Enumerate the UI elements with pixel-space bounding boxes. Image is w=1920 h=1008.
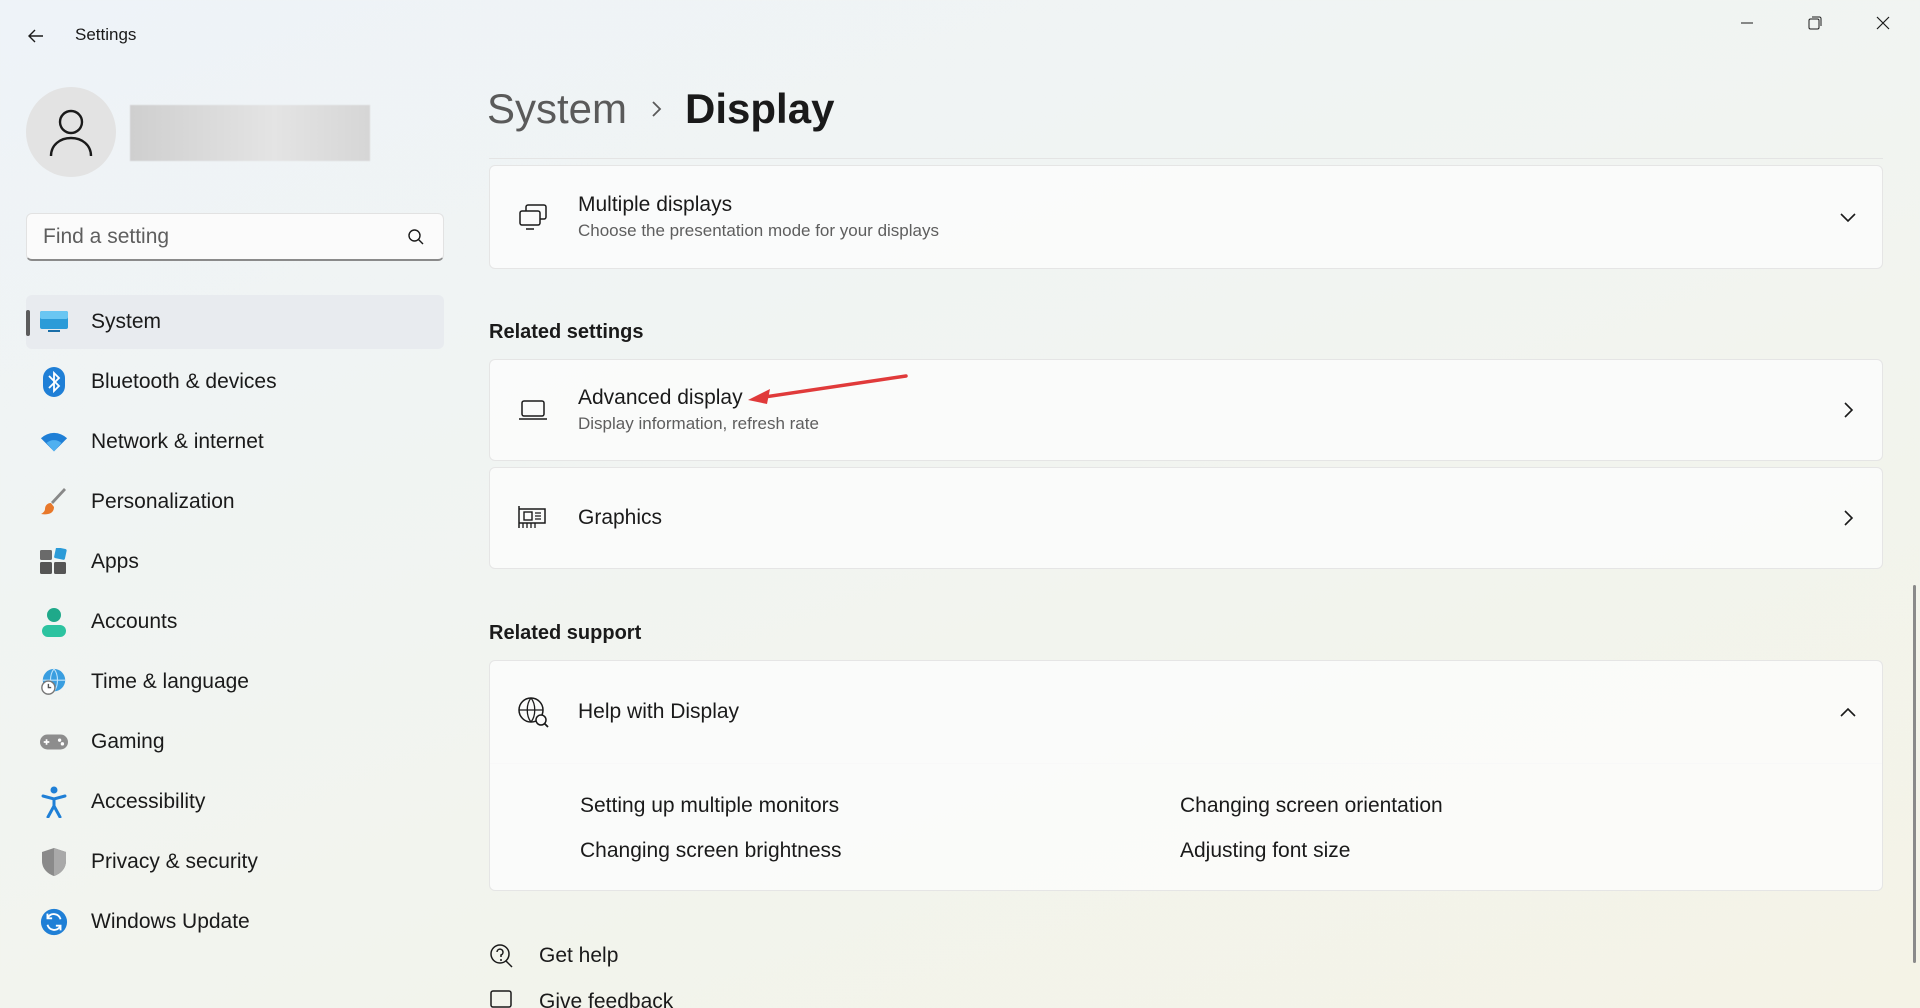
- back-button[interactable]: [20, 20, 52, 52]
- close-icon: [1876, 16, 1890, 30]
- section-title-related-settings: Related settings: [489, 321, 644, 343]
- divider: [489, 158, 1883, 159]
- wifi-icon: [40, 428, 68, 456]
- bluetooth-icon: [40, 367, 68, 397]
- globe-search-icon: [516, 695, 550, 729]
- sidebar-item-label: Accessibility: [91, 790, 206, 813]
- sidebar-item-label: System: [91, 310, 162, 333]
- restore-icon: [1808, 16, 1822, 30]
- chevron-right-icon: [649, 99, 663, 119]
- breadcrumb: System Display: [487, 85, 834, 133]
- search-input[interactable]: [43, 224, 405, 249]
- back-arrow-icon: [28, 29, 43, 43]
- chevron-right-icon: [1838, 400, 1858, 420]
- profile-name-redacted: [130, 105, 370, 161]
- scrollbar-thumb[interactable]: [1913, 585, 1916, 963]
- search-icon[interactable]: [405, 226, 427, 248]
- feedback-icon: [489, 989, 515, 1008]
- brush-icon: [40, 488, 68, 516]
- sidebar-item-accounts[interactable]: Accounts: [26, 595, 444, 649]
- annotation-arrow: [748, 374, 908, 404]
- restore-button[interactable]: [1781, 0, 1849, 46]
- shield-icon: [40, 848, 68, 876]
- card-text: Help with Display: [578, 700, 739, 724]
- update-icon: [40, 908, 68, 936]
- title-bar: Settings: [0, 0, 1920, 72]
- sidebar-item-apps[interactable]: Apps: [26, 535, 444, 589]
- laptop-icon: [516, 393, 550, 427]
- accounts-icon: [40, 608, 68, 637]
- sidebar-item-accessibility[interactable]: Accessibility: [26, 775, 444, 829]
- gamepad-icon: [40, 728, 68, 756]
- sidebar-item-label: Privacy & security: [91, 850, 258, 873]
- help-link[interactable]: Setting up multiple monitors: [580, 794, 839, 818]
- search-box[interactable]: [26, 213, 444, 261]
- give-feedback-label: Give feedback: [539, 990, 674, 1008]
- card-text: Graphics: [578, 506, 662, 530]
- page-title: Display: [685, 85, 835, 132]
- sidebar-item-label: Gaming: [91, 730, 165, 753]
- accessibility-icon: [40, 786, 68, 818]
- avatar[interactable]: [26, 87, 116, 177]
- sidebar-item-system[interactable]: System: [26, 295, 444, 349]
- multiple-displays-icon: [516, 200, 550, 234]
- card-title: Multiple displays: [578, 193, 733, 216]
- person-icon: [49, 109, 93, 157]
- help-link[interactable]: Changing screen orientation: [1180, 794, 1443, 818]
- sidebar-item-windows-update[interactable]: Windows Update: [26, 895, 444, 949]
- sidebar-item-label: Windows Update: [91, 910, 250, 933]
- sidebar-item-label: Personalization: [91, 490, 235, 513]
- help-link[interactable]: Adjusting font size: [1180, 839, 1350, 863]
- minimize-button[interactable]: [1713, 0, 1781, 46]
- card-subtitle: Display information, refresh rate: [578, 414, 819, 433]
- get-help-link[interactable]: Get help: [489, 943, 618, 969]
- card-title: Help with Display: [578, 700, 740, 723]
- get-help-label: Get help: [539, 944, 619, 967]
- sidebar-item-label: Accounts: [91, 610, 178, 633]
- help-chat-icon: [489, 943, 515, 969]
- sidebar-item-time-language[interactable]: Time & language: [26, 655, 444, 709]
- user-profile[interactable]: [26, 87, 370, 177]
- card-subtitle: Choose the presentation mode for your di…: [578, 221, 939, 240]
- globe-clock-icon: [40, 668, 68, 696]
- sidebar-item-network[interactable]: Network & internet: [26, 415, 444, 469]
- advanced-display-card[interactable]: Advanced display Display information, re…: [489, 359, 1883, 461]
- close-button[interactable]: [1849, 0, 1917, 46]
- app-title: Settings: [75, 25, 137, 44]
- system-icon: [40, 308, 68, 336]
- sidebar-item-label: Network & internet: [91, 430, 264, 453]
- sidebar-item-personalization[interactable]: Personalization: [26, 475, 444, 529]
- help-links-panel: Setting up multiple monitors Changing sc…: [489, 763, 1883, 891]
- give-feedback-link[interactable]: Give feedback: [489, 989, 673, 1008]
- card-text: Multiple displays Choose the presentatio…: [578, 193, 939, 241]
- sidebar-item-label: Apps: [91, 550, 139, 573]
- sidebar-nav: System Bluetooth & devices Network & int…: [26, 295, 444, 955]
- minimize-icon: [1741, 22, 1753, 24]
- sidebar-item-label: Time & language: [91, 670, 249, 693]
- sidebar-item-label: Bluetooth & devices: [91, 370, 277, 393]
- section-title-related-support: Related support: [489, 622, 642, 644]
- chevron-up-icon[interactable]: [1838, 702, 1858, 722]
- help-with-display-card[interactable]: Help with Display: [489, 660, 1883, 764]
- multiple-displays-card[interactable]: Multiple displays Choose the presentatio…: [489, 165, 1883, 269]
- card-title: Graphics: [578, 506, 663, 529]
- chevron-right-icon: [1838, 508, 1858, 528]
- sidebar-item-bluetooth[interactable]: Bluetooth & devices: [26, 355, 444, 409]
- chevron-down-icon[interactable]: [1838, 207, 1858, 227]
- graphics-card-icon: [516, 501, 550, 535]
- graphics-card[interactable]: Graphics: [489, 467, 1883, 569]
- help-link[interactable]: Changing screen brightness: [580, 839, 842, 863]
- sidebar-item-privacy-security[interactable]: Privacy & security: [26, 835, 444, 889]
- breadcrumb-parent[interactable]: System: [487, 85, 627, 133]
- apps-icon: [40, 548, 68, 576]
- sidebar-item-gaming[interactable]: Gaming: [26, 715, 444, 769]
